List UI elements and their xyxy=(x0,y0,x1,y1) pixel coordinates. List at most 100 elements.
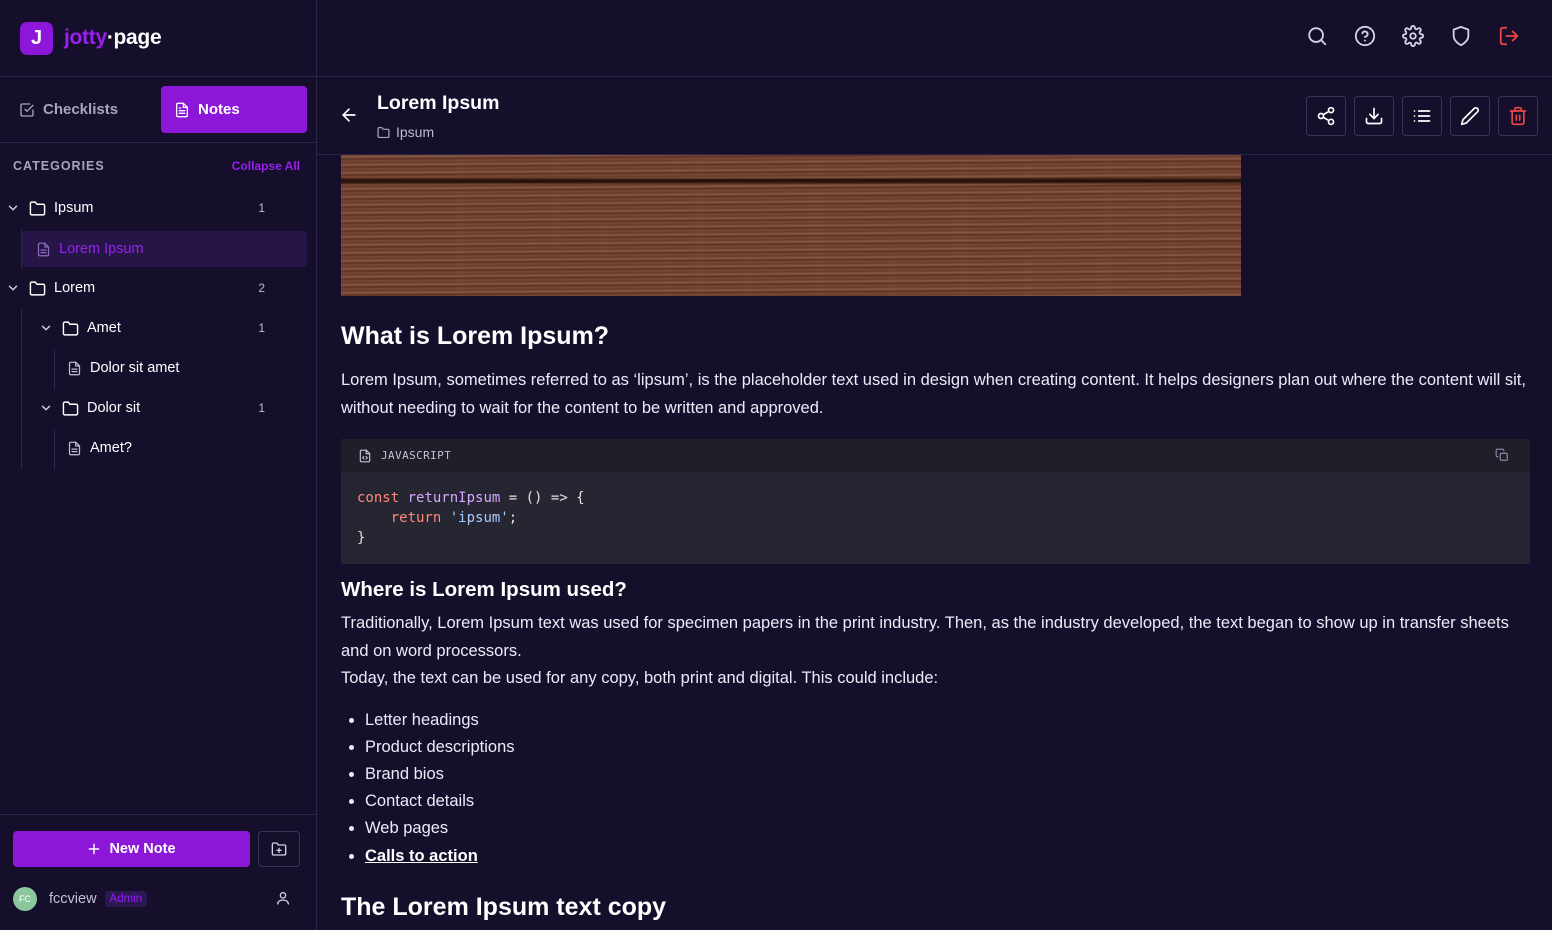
sidebar-footer: New Note FC fccview Admin xyxy=(0,814,316,930)
folder-icon xyxy=(62,320,79,337)
list-item: Contact details xyxy=(365,788,1531,815)
brand-logo: J xyxy=(20,21,53,55)
copy-icon[interactable] xyxy=(1495,448,1509,462)
download-icon xyxy=(1364,106,1384,126)
tree-item-count: 1 xyxy=(258,201,265,215)
new-note-button[interactable]: New Note xyxy=(13,831,250,867)
tree-item-label: Dolor sit amet xyxy=(90,360,180,376)
folder-plus-icon xyxy=(271,841,287,857)
paragraph: Today, the text can be used for any copy… xyxy=(341,669,939,687)
note-header: Lorem Ipsum Ipsum xyxy=(317,77,1552,155)
role-badge: Admin xyxy=(104,891,148,907)
edit-button[interactable] xyxy=(1450,96,1490,136)
note-image xyxy=(341,155,1241,296)
list-item: Product descriptions xyxy=(365,734,1531,761)
share-button[interactable] xyxy=(1306,96,1346,136)
document-icon xyxy=(67,361,82,376)
collapse-all-button[interactable]: Collapse All xyxy=(232,159,300,173)
new-note-label: New Note xyxy=(109,841,176,857)
settings-icon[interactable] xyxy=(1402,25,1426,49)
top-bar xyxy=(317,0,1552,77)
checkbox-icon xyxy=(19,102,35,118)
document-icon xyxy=(36,242,51,257)
document-icon xyxy=(174,102,190,118)
list-item: Web pages xyxy=(365,815,1531,842)
tree-item-label: Dolor sit xyxy=(87,400,141,416)
folder-icon xyxy=(62,400,79,417)
code-block: JAVASCRIPT const returnIpsum = () => { r… xyxy=(341,439,1530,564)
tab-notes[interactable]: Notes xyxy=(161,86,307,133)
document-icon xyxy=(67,441,82,456)
paragraph: Traditionally, Lorem Ipsum text was used… xyxy=(341,614,1509,660)
table-of-contents-button[interactable] xyxy=(1402,96,1442,136)
paragraph: Lorem Ipsum, sometimes referred to as ‘l… xyxy=(341,371,1526,417)
code-body: const returnIpsum = () => { return 'ipsu… xyxy=(357,490,585,546)
tree-item-count: 1 xyxy=(258,321,265,335)
folder-icon xyxy=(29,200,46,217)
search-icon[interactable] xyxy=(1306,25,1330,49)
tree-item-label: Ipsum xyxy=(54,200,94,216)
tab-notes-label: Notes xyxy=(198,101,240,118)
list-item-link[interactable]: Calls to action xyxy=(365,843,1531,870)
calls-to-action-link[interactable]: Calls to action xyxy=(365,847,478,865)
chevron-down-icon[interactable] xyxy=(6,201,20,215)
heading-what-is: What is Lorem Ipsum? xyxy=(341,322,610,350)
plus-icon xyxy=(87,842,101,856)
tree-item-count: 2 xyxy=(258,281,265,295)
list-icon xyxy=(1412,106,1432,126)
download-button[interactable] xyxy=(1354,96,1394,136)
brand[interactable]: J jotty·page xyxy=(0,0,316,77)
tree-item-label: Amet? xyxy=(90,440,132,456)
tree-note-dolor-sit-amet[interactable]: Dolor sit amet xyxy=(67,350,267,386)
tree-item-label: Amet xyxy=(87,320,121,336)
tree-note-lorem-ipsum[interactable]: Lorem Ipsum xyxy=(22,231,307,267)
help-icon[interactable] xyxy=(1354,25,1378,49)
avatar: FC xyxy=(13,887,37,911)
tree-folder-amet[interactable]: Amet 1 xyxy=(39,310,265,346)
list-item: Brand bios xyxy=(365,761,1531,788)
tree-folder-lorem[interactable]: Lorem 2 xyxy=(6,270,265,306)
tab-checklists[interactable]: Checklists xyxy=(9,86,152,133)
chevron-down-icon[interactable] xyxy=(6,281,20,295)
logout-icon[interactable] xyxy=(1498,25,1522,49)
user-icon[interactable] xyxy=(275,890,291,906)
tree-item-label: Lorem Ipsum xyxy=(59,241,144,257)
code-file-icon xyxy=(358,449,372,463)
sidebar: J jotty·page Checklists Notes CATEGORIES… xyxy=(0,0,317,930)
code-language: JAVASCRIPT xyxy=(381,449,452,462)
folder-icon xyxy=(29,280,46,297)
categories-title: CATEGORIES xyxy=(13,159,105,173)
bullet-list: Letter headings Product descriptions Bra… xyxy=(341,707,1531,870)
share-icon xyxy=(1316,106,1336,126)
tree-folder-ipsum[interactable]: Ipsum 1 xyxy=(6,190,265,226)
tree-folder-dolor-sit[interactable]: Dolor sit 1 xyxy=(39,390,265,426)
note-category-label: Ipsum xyxy=(396,124,435,140)
new-category-button[interactable] xyxy=(258,831,300,867)
back-arrow-icon[interactable] xyxy=(339,105,359,125)
categories-header: CATEGORIES Collapse All xyxy=(0,143,316,189)
folder-icon xyxy=(377,126,390,139)
tree-guide-line xyxy=(54,429,55,469)
shield-icon[interactable] xyxy=(1450,25,1474,49)
heading-where-used: Where is Lorem Ipsum used? xyxy=(341,578,627,601)
tab-checklists-label: Checklists xyxy=(43,101,119,118)
note-title: Lorem Ipsum xyxy=(377,92,500,114)
tree-note-amet-q[interactable]: Amet? xyxy=(67,430,267,466)
tree-guide-line xyxy=(54,349,55,389)
tree-item-count: 1 xyxy=(258,401,265,415)
code-block-header: JAVASCRIPT xyxy=(341,439,1530,472)
mode-tabs: Checklists Notes xyxy=(0,77,316,143)
delete-button[interactable] xyxy=(1498,96,1538,136)
tree-item-label: Lorem xyxy=(54,280,96,296)
username: fccview xyxy=(49,891,97,907)
edit-icon xyxy=(1460,106,1480,126)
chevron-down-icon[interactable] xyxy=(39,401,53,415)
note-category[interactable]: Ipsum xyxy=(377,124,434,140)
user-profile[interactable]: FC fccview Admin xyxy=(13,887,303,911)
trash-icon xyxy=(1508,106,1528,126)
brand-name: jotty·page xyxy=(64,26,162,49)
note-content: What is Lorem Ipsum? Lorem Ipsum, someti… xyxy=(341,155,1531,930)
chevron-down-icon[interactable] xyxy=(39,321,53,335)
list-item: Letter headings xyxy=(365,707,1531,734)
heading-text-copy: The Lorem Ipsum text copy xyxy=(341,892,667,921)
